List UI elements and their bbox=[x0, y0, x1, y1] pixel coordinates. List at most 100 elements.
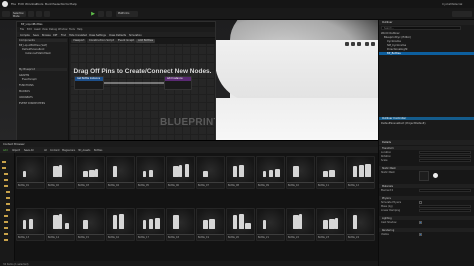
unreal-logo-icon[interactable] bbox=[2, 1, 8, 7]
component-item[interactable]: InstancedStaticMesh bbox=[25, 52, 51, 55]
tab-add-bottles[interactable]: Add Bottles bbox=[136, 39, 155, 43]
bp-menu-view[interactable]: View bbox=[42, 28, 48, 31]
mass-input[interactable] bbox=[419, 205, 471, 208]
details-section[interactable]: Materials bbox=[379, 184, 474, 188]
details-section[interactable]: Rendering bbox=[379, 228, 474, 232]
rotation-input[interactable] bbox=[419, 155, 471, 158]
find-button[interactable]: Find bbox=[61, 34, 66, 37]
section-graphs[interactable]: GRAPHS bbox=[19, 74, 29, 77]
asset-tile[interactable]: Bottle_08 bbox=[226, 156, 255, 189]
asset-tile[interactable]: Bottle_05 bbox=[136, 156, 165, 189]
save-all-button[interactable]: Save All bbox=[24, 149, 34, 152]
asset-tile[interactable]: Bottle_06 bbox=[166, 156, 195, 189]
rotate-icon[interactable] bbox=[351, 42, 355, 46]
menu-help[interactable]: Help bbox=[70, 2, 77, 6]
asset-tile[interactable]: Bottle_02 bbox=[46, 156, 75, 189]
breadcrumb-item[interactable]: 3D_Assets bbox=[78, 149, 90, 152]
asset-tile[interactable]: Bottle_20 bbox=[226, 208, 255, 241]
asset-tile[interactable]: Bottle_22 bbox=[286, 208, 315, 241]
node-get-bottle-instance[interactable]: Get Bottle Instance bbox=[74, 76, 104, 90]
cast-shadow-checkbox[interactable] bbox=[419, 221, 422, 224]
browse-button[interactable]: Browse bbox=[42, 34, 51, 37]
bp-menu-file[interactable]: File bbox=[20, 28, 24, 31]
menu-select[interactable]: Select bbox=[53, 2, 62, 6]
class-settings-button[interactable]: Class Settings bbox=[89, 34, 106, 37]
location-input[interactable] bbox=[419, 151, 471, 154]
details-section[interactable]: Static Mesh bbox=[379, 166, 474, 170]
step-icon[interactable] bbox=[98, 11, 104, 17]
execution-wire[interactable] bbox=[104, 81, 164, 93]
menu-build[interactable]: Build bbox=[45, 2, 53, 6]
asset-tile[interactable]: Bottle_13 bbox=[16, 208, 45, 241]
play-icon[interactable]: ▶ bbox=[90, 11, 96, 17]
asset-tile[interactable]: Bottle_12 bbox=[346, 156, 375, 189]
tab-event-graph[interactable]: Event Graph bbox=[116, 39, 137, 43]
menu-tools[interactable]: Tools bbox=[36, 2, 43, 6]
blueprint-icon[interactable] bbox=[36, 11, 42, 17]
add-actor-icon[interactable] bbox=[28, 11, 34, 17]
section-functions[interactable]: FUNCTIONS bbox=[19, 84, 34, 87]
tab-viewport[interactable]: Viewport bbox=[71, 39, 87, 43]
asset-tile[interactable]: Bottle_17 bbox=[136, 208, 165, 241]
damping-input[interactable] bbox=[419, 209, 471, 212]
camera-speed-icon[interactable] bbox=[371, 42, 375, 46]
outliner-item[interactable]: BlueprintCyc (Editor) bbox=[384, 36, 411, 39]
bp-menu-window[interactable]: Window bbox=[58, 28, 67, 31]
asset-tile[interactable]: Bottle_24 bbox=[346, 208, 375, 241]
section-variables[interactable]: VARIABLES bbox=[19, 96, 33, 99]
bp-menu-tools[interactable]: Tools bbox=[69, 28, 75, 31]
outliner-item[interactable]: Cyclorama bbox=[387, 40, 401, 43]
details-section[interactable]: Transform bbox=[379, 146, 474, 150]
asset-tile[interactable]: Bottle_10 bbox=[286, 156, 315, 189]
outliner-highlight-row[interactable]: Outliner Controller bbox=[379, 117, 474, 121]
menu-file[interactable]: File bbox=[11, 2, 16, 6]
graph-item[interactable]: EventGraph bbox=[22, 78, 37, 81]
outliner-item[interactable]: DefaultSceneRoot (ProjectDefault) bbox=[381, 122, 425, 125]
blueprint-graph[interactable]: Drag Off Pins to Create/Connect New Node… bbox=[70, 38, 215, 141]
breadcrumb-item[interactable]: Megascans bbox=[62, 149, 75, 152]
asset-tile[interactable]: Bottle_09 bbox=[256, 156, 285, 189]
outliner-item[interactable]: DirectionalLight bbox=[387, 48, 408, 51]
bp-menu-edit[interactable]: Edit bbox=[27, 28, 32, 31]
diff-button[interactable]: Diff bbox=[53, 34, 57, 37]
material-input[interactable] bbox=[419, 189, 471, 192]
mode-button[interactable]: Selection Mode bbox=[12, 11, 26, 18]
bp-save-button[interactable]: Save bbox=[33, 34, 39, 37]
node-add-instance[interactable]: Add Instance bbox=[164, 76, 192, 90]
bp-menu-asset[interactable]: Asset bbox=[34, 28, 41, 31]
component-item[interactable]: BP_LiquidBottles (Self) bbox=[19, 44, 47, 47]
save-icon[interactable] bbox=[2, 11, 10, 17]
folder-tree[interactable] bbox=[1, 159, 14, 259]
menu-actor[interactable]: Actor bbox=[62, 2, 70, 6]
import-button[interactable]: Import bbox=[12, 149, 20, 152]
details-section[interactable]: Lighting bbox=[379, 216, 474, 220]
translate-icon[interactable] bbox=[345, 42, 349, 46]
breadcrumb-item[interactable]: Bottles bbox=[94, 149, 102, 152]
asset-tile[interactable]: Bottle_23 bbox=[316, 208, 345, 241]
class-defaults-button[interactable]: Class Defaults bbox=[109, 34, 126, 37]
asset-tile[interactable]: Bottle_04 bbox=[106, 156, 135, 189]
bp-menu-help[interactable]: Help bbox=[77, 28, 82, 31]
asset-tile[interactable]: Bottle_16 bbox=[106, 208, 135, 241]
compile-button[interactable]: Compile bbox=[20, 34, 30, 37]
asset-tile[interactable]: Bottle_19 bbox=[196, 208, 225, 241]
asset-tile[interactable]: Bottle_01 bbox=[16, 156, 45, 189]
outliner-search-input[interactable]: Search... bbox=[381, 26, 461, 30]
breadcrumb-item[interactable]: All bbox=[44, 149, 47, 152]
menu-edit[interactable]: Edit bbox=[18, 2, 24, 6]
asset-tile[interactable]: Bottle_15 bbox=[76, 208, 105, 241]
add-button[interactable]: Add bbox=[3, 149, 8, 152]
bp-menu-debug[interactable]: Debug bbox=[49, 28, 57, 31]
scale-icon[interactable] bbox=[357, 42, 361, 46]
visible-checkbox[interactable] bbox=[419, 233, 422, 236]
breadcrumb-item[interactable]: Content bbox=[50, 149, 60, 152]
simulate-physics-checkbox[interactable] bbox=[419, 201, 422, 204]
outliner-item[interactable]: SM_Cyclorama bbox=[387, 44, 406, 47]
asset-tile[interactable]: Bottle_21 bbox=[256, 208, 285, 241]
section-event-dispatchers[interactable]: EVENT DISPATCHERS bbox=[19, 102, 45, 105]
simulation-button[interactable]: Simulation bbox=[129, 34, 142, 37]
outliner-item[interactable]: World Outliner bbox=[381, 32, 400, 35]
settings-button[interactable] bbox=[452, 11, 472, 17]
stop-icon[interactable] bbox=[106, 11, 112, 17]
outliner-selected-row[interactable]: BP_Bottles bbox=[379, 52, 474, 56]
